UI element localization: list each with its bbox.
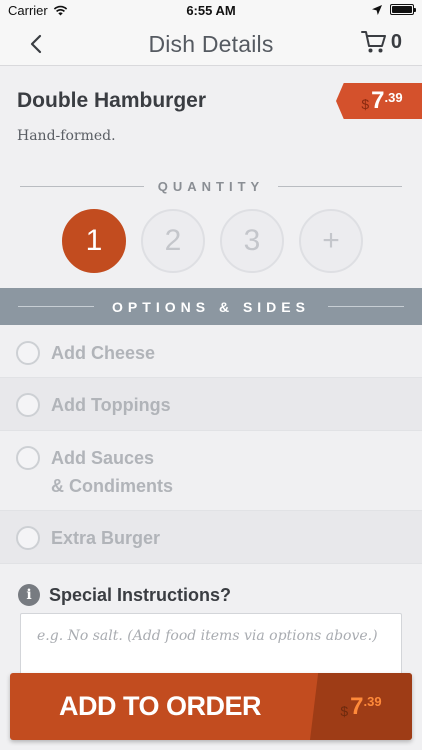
status-bar: Carrier 6:55 AM bbox=[0, 0, 422, 22]
nav-bar: Dish Details 0 bbox=[0, 22, 422, 66]
quantity-option-1[interactable]: 1 bbox=[62, 209, 126, 273]
add-to-order-label: ADD TO ORDER bbox=[58, 691, 262, 721]
option-label: Add Sauces & Condiments bbox=[51, 444, 173, 500]
price-currency: $ bbox=[340, 702, 349, 719]
dish-name: Double Hamburger bbox=[17, 89, 207, 112]
quantity-divider: QUANTITY bbox=[0, 176, 422, 196]
info-icon: i bbox=[18, 584, 40, 606]
radio-button[interactable] bbox=[16, 341, 40, 365]
dish-description: Hand-formed. bbox=[17, 128, 116, 144]
divider-line bbox=[327, 306, 405, 307]
special-instructions-header: i Special Instructions? bbox=[18, 584, 231, 606]
option-label: Add Toppings bbox=[51, 395, 171, 415]
price-currency: $ bbox=[361, 96, 370, 112]
price-whole: 7 bbox=[350, 692, 364, 720]
price-whole: 7 bbox=[371, 87, 385, 114]
cart-button[interactable]: 0 bbox=[360, 30, 402, 54]
cart-count: 0 bbox=[390, 30, 402, 53]
option-label: Extra Burger bbox=[51, 528, 161, 548]
divider-line bbox=[18, 306, 95, 307]
option-extra-burger[interactable]: Extra Burger bbox=[0, 511, 422, 564]
quantity-option-3[interactable]: 3 bbox=[220, 209, 284, 273]
divider-line bbox=[20, 185, 144, 187]
options-section-header: OPTIONS & SIDES bbox=[0, 288, 422, 325]
radio-button[interactable] bbox=[16, 526, 40, 550]
cart-icon bbox=[360, 31, 386, 53]
option-add-cheese[interactable]: Add Cheese bbox=[0, 325, 422, 378]
option-add-sauces[interactable]: Add Sauces & Condiments bbox=[0, 431, 422, 511]
status-right bbox=[372, 4, 416, 15]
page-title: Dish Details bbox=[148, 31, 274, 57]
location-arrow-icon bbox=[372, 4, 382, 15]
price-tag: $ 7 .39 bbox=[336, 83, 422, 119]
option-label-line2: & Condiments bbox=[51, 476, 174, 496]
option-label-line1: Add Sauces bbox=[51, 448, 155, 468]
options-section-label: OPTIONS & SIDES bbox=[112, 298, 310, 315]
add-to-order-button[interactable]: ADD TO ORDER $ 7 .39 bbox=[10, 673, 412, 740]
radio-button[interactable] bbox=[16, 393, 40, 417]
special-instructions-title: Special Instructions? bbox=[49, 584, 232, 605]
option-label: Add Cheese bbox=[51, 343, 156, 363]
add-to-order-price: $ 7 .39 bbox=[310, 673, 412, 740]
status-time: 6:55 AM bbox=[186, 3, 236, 18]
quantity-selector: 1 2 3 + bbox=[62, 209, 363, 273]
price-cents: .39 bbox=[384, 89, 403, 105]
price-cents: .39 bbox=[363, 694, 382, 709]
option-add-toppings[interactable]: Add Toppings bbox=[0, 378, 422, 431]
battery-icon bbox=[390, 4, 416, 15]
quantity-label: QUANTITY bbox=[157, 178, 265, 194]
divider-line bbox=[278, 185, 403, 187]
quantity-option-more[interactable]: + bbox=[299, 209, 363, 273]
radio-button[interactable] bbox=[16, 446, 40, 470]
quantity-option-2[interactable]: 2 bbox=[141, 209, 205, 273]
